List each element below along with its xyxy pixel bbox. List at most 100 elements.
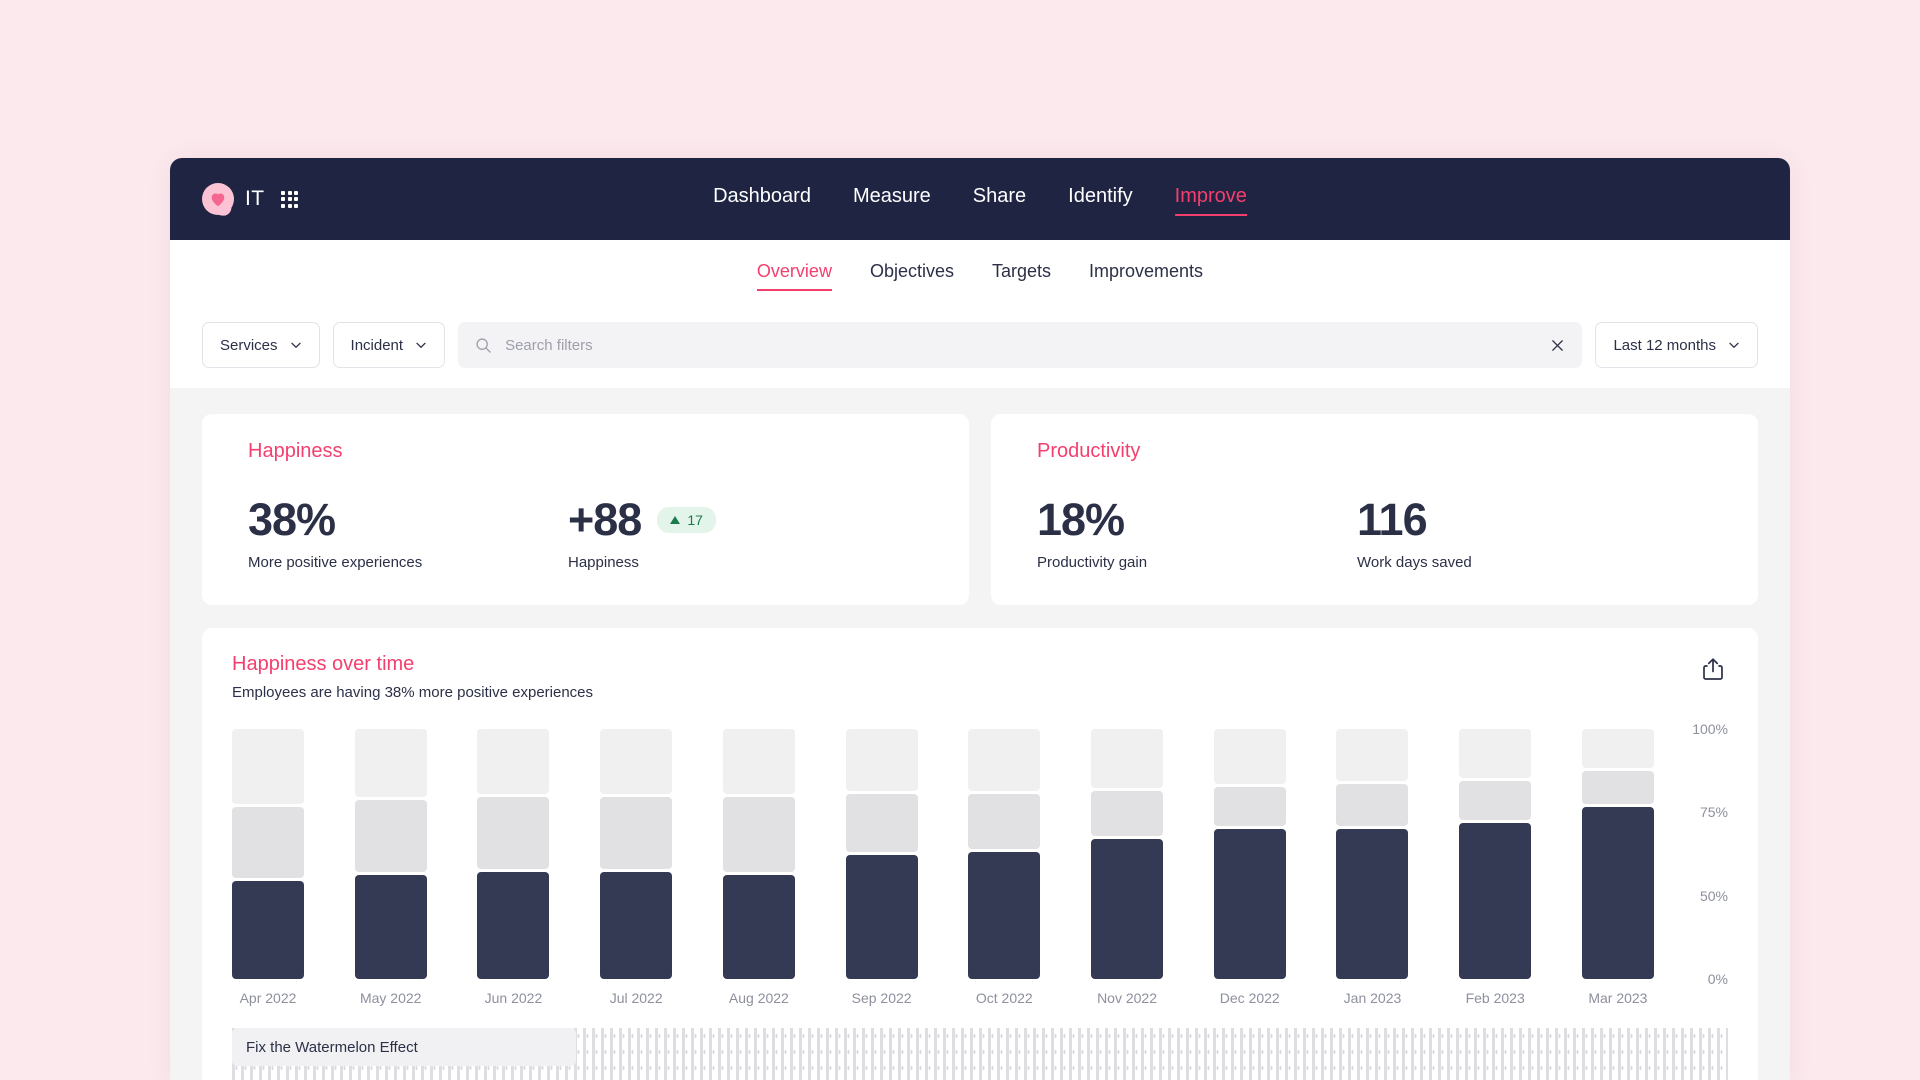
kpi-value: 38% [248, 494, 336, 545]
bar-segment-negative [600, 729, 673, 795]
chevron-down-icon [416, 342, 426, 348]
bar-segment-positive [354, 874, 427, 979]
x-axis-tick-label: Mar 2023 [1588, 990, 1648, 1006]
y-axis-tick-label: 100% [1692, 721, 1728, 737]
bar-segment-neutral [600, 797, 673, 869]
nav-item-identify[interactable]: Identify [1068, 183, 1132, 216]
nav-item-dashboard[interactable]: Dashboard [713, 183, 811, 216]
bar-segment-neutral [1213, 787, 1286, 827]
bar-segment-neutral [1336, 784, 1409, 827]
happiness-over-time-card: Happiness over time Employees are having… [202, 628, 1758, 1080]
x-axis-tick-label: Jun 2022 [484, 990, 543, 1006]
bar-segment-neutral [232, 806, 304, 879]
tab-overview[interactable]: Overview [756, 261, 832, 291]
timeline-task-bar[interactable]: Fix the Watermelon Effect [232, 1028, 577, 1066]
badge-value: 17 [687, 512, 703, 528]
share-export-icon[interactable] [1698, 653, 1728, 690]
content-area: Happiness 38% More positive experiences … [170, 388, 1790, 1080]
x-axis-tick-label: Oct 2022 [975, 990, 1033, 1006]
app-window: IT Dashboard Measure Share Identify Impr… [170, 158, 1790, 1080]
bar-segment-neutral [845, 793, 918, 853]
services-filter-label: Services [220, 336, 278, 354]
bar-column[interactable] [1336, 729, 1409, 979]
kpi-happiness-score: +88 17 Happiness [568, 495, 888, 571]
x-axis-tick-label: Jul 2022 [609, 990, 663, 1006]
card-title: Productivity [1037, 440, 1141, 462]
brand-label: IT [245, 187, 265, 210]
kpi-value: 116 [1357, 494, 1428, 545]
bar-segment-negative [1091, 729, 1164, 788]
top-navigation-bar: IT Dashboard Measure Share Identify Impr… [170, 158, 1790, 240]
tab-targets[interactable]: Targets [992, 261, 1051, 291]
chevron-down-icon [1729, 342, 1739, 348]
sub-tab-bar: Overview Objectives Targets Improvements [170, 240, 1790, 302]
bar-column[interactable] [354, 728, 427, 979]
kpi-value: 18% [1037, 494, 1125, 545]
chart-bars [232, 728, 1654, 979]
bar-column[interactable] [232, 728, 304, 979]
productivity-card: Productivity 18% Productivity gain 116 W… [991, 414, 1758, 605]
kpi-more-positive-experiences: 38% More positive experiences [248, 494, 568, 572]
bar-column[interactable] [477, 729, 550, 979]
x-axis-tick-label: Sep 2022 [851, 990, 912, 1006]
nav-item-improve[interactable]: Improve [1174, 183, 1247, 216]
bar-segment-positive [845, 855, 918, 979]
triangle-up-icon [670, 516, 681, 524]
tab-improvements[interactable]: Improvements [1089, 261, 1203, 291]
x-axis-tick-label: Feb 2023 [1465, 990, 1525, 1006]
date-range-dropdown[interactable]: Last 12 months [1595, 322, 1758, 368]
incident-filter-dropdown[interactable]: Incident [332, 322, 446, 368]
bar-segment-negative [722, 729, 795, 795]
status-badge: 17 [657, 507, 716, 533]
kpi-label: Productivity gain [1037, 554, 1148, 571]
chart-header: Happiness over time Employees are having… [232, 653, 1728, 701]
heart-speech-bubble-logo [202, 183, 234, 217]
chevron-down-icon [290, 342, 301, 348]
x-axis-tick-label: Nov 2022 [1097, 990, 1157, 1006]
x-axis-tick-label: Jan 2023 [1343, 990, 1402, 1006]
bar-segment-positive [1459, 822, 1532, 979]
bar-column[interactable] [1459, 729, 1532, 979]
kpi-label: Work days saved [1357, 554, 1472, 571]
bar-column[interactable] [968, 729, 1041, 979]
close-icon[interactable] [1550, 338, 1565, 353]
grid-apps-icon[interactable] [281, 190, 299, 208]
y-axis-tick-label: 75% [1699, 804, 1728, 821]
bar-segment-neutral [968, 793, 1041, 850]
bar-column[interactable] [1091, 729, 1164, 979]
search-filters-input[interactable]: Search filters [458, 322, 1583, 368]
bar-column[interactable] [600, 729, 673, 979]
chart-title: Happiness over time [232, 653, 415, 675]
bar-segment-negative [968, 729, 1041, 791]
nav-item-share[interactable]: Share [973, 183, 1026, 216]
bar-segment-neutral [722, 797, 795, 872]
tab-objectives[interactable]: Objectives [870, 261, 954, 291]
bar-segment-positive [1091, 839, 1164, 979]
services-filter-dropdown[interactable]: Services [202, 322, 320, 368]
bar-column[interactable] [722, 729, 795, 979]
nav-item-measure[interactable]: Measure [853, 183, 931, 216]
stacked-bar-chart: 0% 50% 75% 100% [232, 721, 1728, 987]
bar-segment-negative [1459, 729, 1532, 778]
bar-column[interactable] [1213, 729, 1286, 979]
kpi-productivity-gain: 18% Productivity gain [1037, 494, 1357, 572]
heart-icon [211, 193, 225, 207]
brand[interactable]: IT [202, 183, 299, 217]
kpi-label: Happiness [568, 554, 639, 571]
bar-segment-neutral [1091, 790, 1164, 837]
bar-column[interactable] [1581, 729, 1654, 979]
filter-bar: Services Incident Search filters Last 12… [170, 302, 1790, 388]
bar-segment-negative [845, 729, 918, 791]
kpi-card-row: Happiness 38% More positive experiences … [202, 414, 1758, 605]
bar-segment-positive [600, 871, 673, 979]
chart-subtitle: Employees are having 38% more positive e… [232, 684, 594, 701]
bar-segment-neutral [1459, 780, 1532, 820]
chart-x-axis: Apr 2022 May 2022 Jun 2022 Jul 2022 Aug 2022… [232, 990, 1728, 1006]
chart-y-axis: 0% 50% 75% 100% [1660, 721, 1728, 987]
bar-column[interactable] [845, 729, 918, 979]
initiatives-timeline: Fix the Watermelon EffectWork from Anywh… [232, 1028, 1728, 1080]
kpi-work-days-saved: 116 Work days saved [1357, 494, 1677, 572]
x-axis-tick-label: Dec 2022 [1219, 990, 1280, 1006]
bar-segment-positive [968, 852, 1041, 979]
bar-segment-positive [722, 874, 795, 979]
